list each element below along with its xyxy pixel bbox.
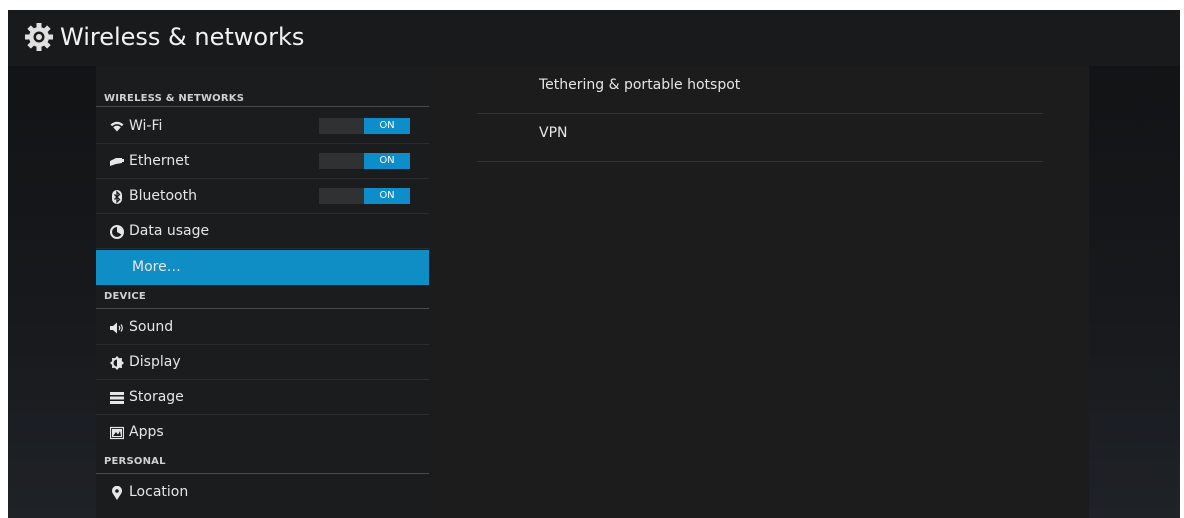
tethering-hotspot-item[interactable]: Tethering & portable hotspot	[477, 66, 1043, 114]
vpn-item[interactable]: VPN	[477, 114, 1043, 162]
sidebar-item-apps[interactable]: Apps	[96, 415, 429, 450]
sidebar-item-ethernet[interactable]: Ethernet ON	[96, 144, 429, 179]
sidebar-item-more[interactable]: More…	[96, 250, 429, 285]
ethernet-toggle[interactable]: ON	[319, 153, 410, 169]
section-header-device: DEVICE	[96, 285, 429, 309]
settings-sidebar: WIRELESS & NETWORKS Wi-Fi ON Ethernet ON…	[96, 66, 429, 518]
bluetooth-toggle[interactable]: ON	[319, 188, 410, 204]
wifi-toggle[interactable]: ON	[319, 118, 410, 134]
brightness-icon	[110, 356, 124, 370]
sidebar-item-data-usage[interactable]: Data usage	[96, 214, 429, 249]
toggle-state-label: ON	[364, 188, 410, 204]
sidebar-item-storage[interactable]: Storage	[96, 380, 429, 415]
apps-icon	[110, 426, 124, 440]
sidebar-item-bluetooth[interactable]: Bluetooth ON	[96, 179, 429, 214]
storage-icon	[110, 391, 124, 405]
sidebar-item-wifi[interactable]: Wi-Fi ON	[96, 109, 429, 144]
sidebar-item-display[interactable]: Display	[96, 345, 429, 380]
page-title: Wireless & networks	[60, 23, 305, 51]
gear-icon[interactable]	[24, 22, 54, 52]
bluetooth-icon	[110, 190, 124, 204]
toggle-state-label: ON	[364, 118, 410, 134]
section-header-personal: PERSONAL	[96, 450, 429, 474]
ethernet-icon	[110, 155, 124, 169]
settings-screen: Wireless & networks WIRELESS & NETWORKS …	[8, 10, 1180, 518]
speaker-icon	[110, 321, 124, 335]
detail-panel: Tethering & portable hotspot VPN	[429, 66, 1089, 518]
section-header-wireless: WIRELESS & NETWORKS	[96, 84, 429, 107]
sidebar-item-location[interactable]: Location	[96, 475, 429, 510]
sidebar-item-sound[interactable]: Sound	[96, 310, 429, 345]
data-usage-icon	[110, 225, 124, 239]
location-icon	[110, 486, 124, 500]
wifi-icon	[110, 120, 124, 134]
toggle-state-label: ON	[364, 153, 410, 169]
action-bar: Wireless & networks	[8, 10, 1180, 66]
